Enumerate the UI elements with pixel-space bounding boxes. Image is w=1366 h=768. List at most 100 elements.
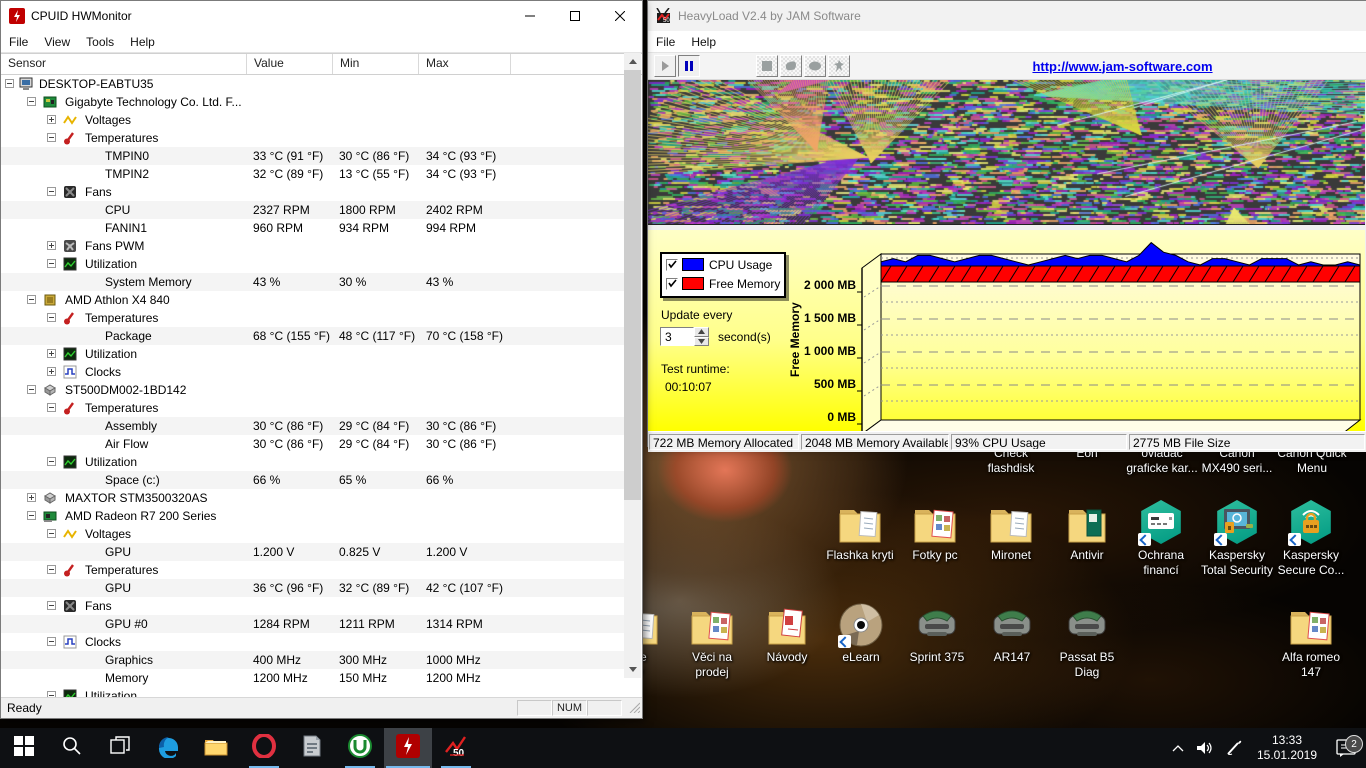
taskbar-task-view-button[interactable] [96,728,144,768]
sensor-group-row[interactable]: MAXTOR STM3500320AS [1,489,625,507]
desktop-icon-kaspersky-secure-co-[interactable]: KasperskySecure Co... [1269,500,1353,578]
sensor-group-row[interactable]: Clocks [1,633,625,651]
collapse-minus-icon[interactable] [27,385,36,394]
column-sensor[interactable]: Sensor [1,54,247,74]
sensor-row[interactable]: CPU2327 RPM1800 RPM2402 RPM [1,201,625,219]
collapse-minus-icon[interactable] [47,133,56,142]
heavyload-titlebar[interactable]: 50 HeavyLoad V2.4 by JAM Software [648,1,1366,31]
sensor-group-row[interactable]: ST500DM002-1BD142 [1,381,625,399]
collapse-minus-icon[interactable] [47,313,56,322]
taskbar-file-explorer-button[interactable] [192,728,240,768]
sensor-row[interactable]: GPU1.200 V0.825 V1.200 V [1,543,625,561]
taskbar-heavyload-button[interactable]: 50 [432,728,480,768]
sensor-group-row[interactable]: AMD Athlon X4 840 [1,291,625,309]
collapse-minus-icon[interactable] [47,259,56,268]
resize-grip[interactable] [628,701,640,716]
hwmonitor-titlebar[interactable]: CPUID HWMonitor [1,1,642,31]
collapse-minus-icon[interactable] [47,529,56,538]
sensor-group-row[interactable]: AMD Radeon R7 200 Series [1,507,625,525]
sensor-group-row[interactable]: Temperatures [1,309,625,327]
jam-software-link[interactable]: http://www.jam-software.com [938,59,1307,74]
sensor-row[interactable]: TMPIN232 °C (89 °F)13 °C (55 °F)34 °C (9… [1,165,625,183]
sensor-group-row[interactable]: Voltages [1,111,625,129]
maximize-button[interactable] [552,1,597,31]
desktop-icon-v-ci-na-prodej[interactable]: Věci naprodej [670,602,754,680]
hwmonitor-menu-help[interactable]: Help [122,33,163,51]
sensor-row[interactable]: FANIN1960 RPM934 RPM994 RPM [1,219,625,237]
collapse-minus-icon[interactable] [5,79,14,88]
sensor-row[interactable]: Air Flow30 °C (86 °F)29 °C (84 °F)30 °C … [1,435,625,453]
taskbar-opera-button[interactable] [240,728,288,768]
desktop-icon-flashka-kryti[interactable]: Flashka kryti [818,500,902,563]
sensor-row[interactable]: Space (c:)66 %65 %66 % [1,471,625,489]
column-value[interactable]: Value [247,54,333,74]
sensor-group-row[interactable]: Fans [1,597,625,615]
write-file-button[interactable] [780,55,802,77]
collapse-minus-icon[interactable] [27,295,36,304]
collapse-minus-icon[interactable] [47,565,56,574]
collapse-minus-icon[interactable] [47,457,56,466]
column-max[interactable]: Max [419,54,511,74]
hwmonitor-menu-file[interactable]: File [1,33,36,51]
taskbar-hwmonitor-button[interactable] [384,728,432,768]
sensor-row[interactable]: Memory1200 MHz150 MHz1200 MHz [1,669,625,687]
desktop-icon-kaspersky-total-security[interactable]: KasperskyTotal Security [1195,500,1279,578]
taskbar-openoffice-button[interactable] [288,728,336,768]
sensor-row[interactable]: GPU36 °C (96 °F)32 °C (89 °F)42 °C (107 … [1,579,625,597]
expand-plus-icon[interactable] [47,349,56,358]
stress-cpu-button[interactable] [828,55,850,77]
desktop-icon-fotky-pc[interactable]: Fotky pc [893,500,977,563]
sensor-row[interactable]: Package68 °C (155 °F)48 °C (117 °F)70 °C… [1,327,625,345]
sensor-group-row[interactable]: Voltages [1,525,625,543]
collapse-minus-icon[interactable] [27,511,36,520]
collapse-minus-icon[interactable] [27,97,36,106]
desktop-icon-elearn[interactable]: eLearn [819,602,903,665]
collapse-minus-icon[interactable] [47,601,56,610]
sensor-row[interactable]: TMPIN033 °C (91 °F)30 °C (86 °F)34 °C (9… [1,147,625,165]
taskbar-utorrent-button[interactable] [336,728,384,768]
sensor-group-row[interactable]: Utilization [1,255,625,273]
desktop-icon-mironet[interactable]: Mironet [969,500,1053,563]
scroll-down-icon[interactable] [624,661,641,678]
pause-button[interactable] [678,55,700,77]
sensor-row[interactable]: GPU #01284 RPM1211 RPM1314 RPM [1,615,625,633]
taskbar-search-button[interactable] [48,728,96,768]
speaker-icon[interactable] [1192,741,1220,755]
desktop-icon-ar147[interactable]: AR147 [970,602,1054,665]
hwmonitor-menu-tools[interactable]: Tools [78,33,122,51]
desktop-icon-ochrana-financ-[interactable]: Ochranafinancí [1119,500,1203,578]
sensor-group-row[interactable]: Utilization [1,453,625,471]
sensor-group-row[interactable]: DESKTOP-EABTU35 [1,75,625,93]
stop-button[interactable] [756,55,778,77]
sensor-group-row[interactable]: Clocks [1,363,625,381]
column-min[interactable]: Min [333,54,419,74]
play-button[interactable] [654,55,676,77]
minimize-button[interactable] [507,1,552,31]
collapse-minus-icon[interactable] [47,403,56,412]
desktop-icon-sprint-375[interactable]: Sprint 375 [895,602,979,665]
sensor-group-row[interactable]: Utilization [1,345,625,363]
sensor-group-row[interactable]: Temperatures [1,561,625,579]
collapse-minus-icon[interactable] [47,637,56,646]
hwmonitor-menu-view[interactable]: View [36,33,78,51]
sensor-row[interactable]: Graphics400 MHz300 MHz1000 MHz [1,651,625,669]
taskbar-edge-button[interactable] [144,728,192,768]
desktop-icon-passat-b5-diag[interactable]: Passat B5Diag [1045,602,1129,680]
expand-plus-icon[interactable] [47,367,56,376]
sensor-row[interactable]: Assembly30 °C (86 °F)29 °C (84 °F)30 °C … [1,417,625,435]
sensor-group-row[interactable]: Fans PWM [1,237,625,255]
scroll-up-icon[interactable] [624,53,641,70]
expand-plus-icon[interactable] [27,493,36,502]
allocate-memory-button[interactable] [804,55,826,77]
sensor-row[interactable]: System Memory43 %30 %43 % [1,273,625,291]
collapse-minus-icon[interactable] [47,187,56,196]
sensor-group-row[interactable]: Gigabyte Technology Co. Ltd. F... [1,93,625,111]
expand-plus-icon[interactable] [47,241,56,250]
sensor-group-row[interactable]: Fans [1,183,625,201]
desktop-icon-antivir[interactable]: Antivir [1045,500,1129,563]
expand-plus-icon[interactable] [47,115,56,124]
heavyload-menu-file[interactable]: File [648,33,683,51]
notification-center-icon[interactable]: 2 [1326,739,1366,757]
desktop-icon-alfa-romeo-147[interactable]: Alfa romeo147 [1269,602,1353,680]
pen-icon[interactable] [1220,740,1248,756]
